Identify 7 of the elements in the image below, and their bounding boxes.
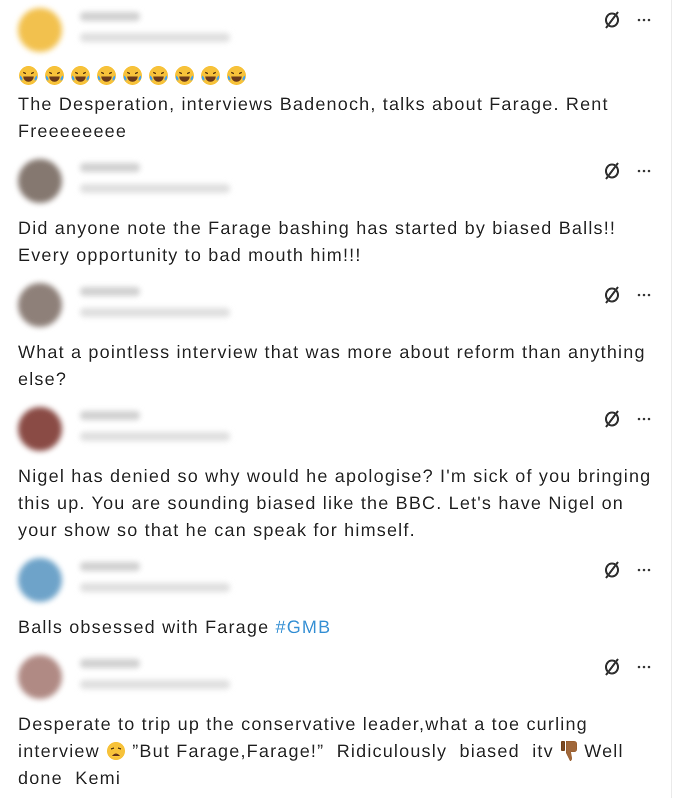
hashtag-link[interactable]: #GMB	[276, 617, 332, 637]
post-text: Desperate to trip up the conservative leader,what a toe curling interview ”But Farage,Farage!” Ridiculously biased itv Well done Kemi	[18, 713, 625, 790]
post-text: What a pointless interview that was more about reform than anything else?	[18, 341, 647, 391]
post-text: Balls obsessed with Farage #GMB	[18, 616, 332, 639]
post-text: The Desperation, interviews Badenoch, talks about Farage. Rent Freeeeeeee	[18, 64, 661, 145]
post-text: Nigel has denied so why would he apologise? I'm sick of you bringing this up. You are sounding biased like the BBC. Let's have Nigel on your show so that he can speak for himself.	[18, 465, 652, 542]
post-text: Did anyone note the Farage bashing has started by biased Balls!! Every opportunity to bad mouth him!!!	[18, 217, 618, 267]
